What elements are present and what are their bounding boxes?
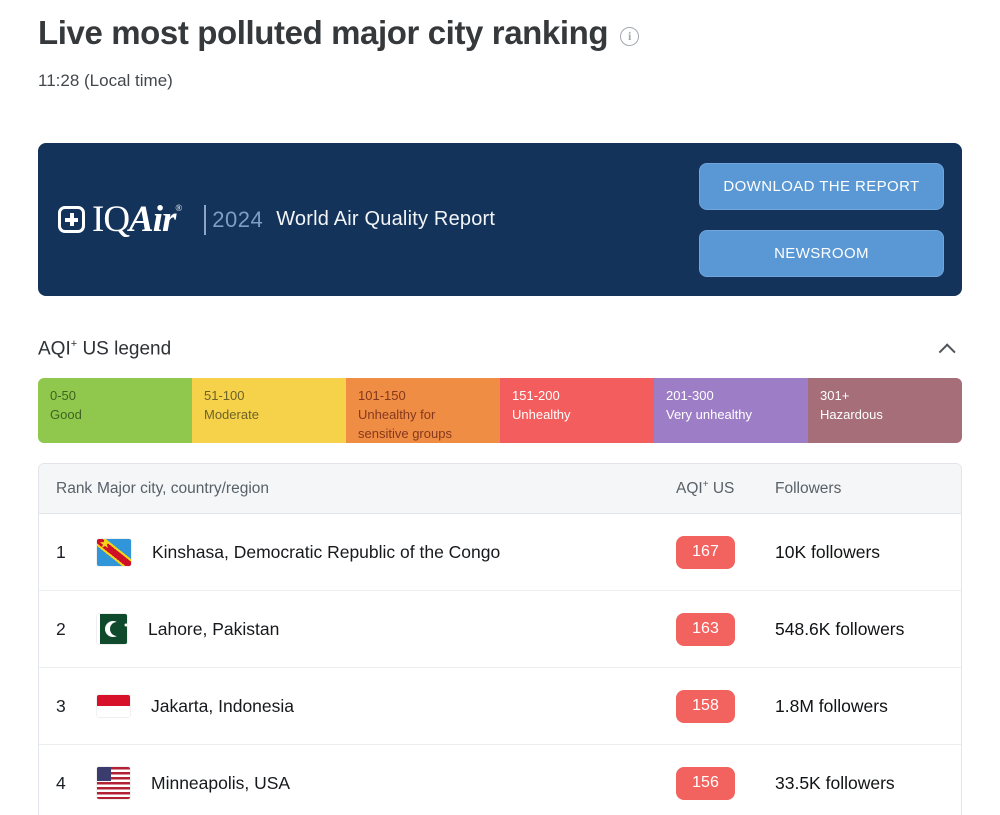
rank-cell: 2 <box>56 618 66 639</box>
legend-range: 51-100 <box>204 388 245 403</box>
download-report-button[interactable]: DOWNLOAD THE REPORT <box>699 163 944 210</box>
city-cell: Jakarta, Indonesia <box>97 695 676 717</box>
page-header: Live most polluted major city ranking i <box>38 14 640 52</box>
city-cell: Lahore, Pakistan <box>97 614 676 644</box>
aqi-cell: 156 <box>676 766 775 800</box>
table-row[interactable]: 2 Lahore, Pakistan 163 548.6K followers <box>39 591 961 668</box>
followers-cell: 33.5K followers <box>775 772 895 793</box>
legend-header: AQI+ US legend <box>38 338 962 361</box>
legend-label: Unhealthy <box>512 407 571 422</box>
city-column-header: Major city, country/region <box>97 479 269 497</box>
legend-label: Very unhealthy <box>666 407 753 422</box>
collapse-legend-chevron-icon[interactable] <box>938 343 956 361</box>
rank-cell: 4 <box>56 772 66 793</box>
rank-cell: 3 <box>56 695 66 716</box>
rank-cell: 1 <box>56 541 66 562</box>
table-row[interactable]: 3 Jakarta, Indonesia 158 1.8M followers <box>39 668 961 745</box>
table-row[interactable]: 1 Kinshasa, Democratic Republic of the C… <box>39 514 961 591</box>
page-title: Live most polluted major city ranking <box>38 14 609 51</box>
aqi-badge: 163 <box>676 612 735 646</box>
aqi-legend-bar: 0-50 Good 51-100 Moderate 101-150 Unheal… <box>38 378 962 443</box>
aqi-cell: 158 <box>676 689 775 723</box>
iqair-wordmark: IQAir® <box>92 199 183 240</box>
info-icon[interactable]: i <box>620 26 640 46</box>
aqi-badge: 167 <box>676 535 735 569</box>
newsroom-button[interactable]: NEWSROOM <box>699 230 944 277</box>
flag-usa-icon <box>97 767 130 799</box>
aqi-column-header: AQI+ US <box>676 478 735 498</box>
legend-item: 101-150 Unhealthy for sensitive groups <box>346 378 500 443</box>
legend-item: 51-100 Moderate <box>192 378 346 443</box>
followers-cell: 548.6K followers <box>775 618 905 639</box>
flag-indonesia-icon <box>97 695 130 717</box>
banner-branding: IQAir® 2024 World Air Quality Report <box>58 143 495 296</box>
followers-column-header: Followers <box>775 479 842 497</box>
polluted-city-ranking-page: Live most polluted major city ranking i … <box>0 0 1000 815</box>
city-cell: Kinshasa, Democratic Republic of the Con… <box>97 538 676 566</box>
legend-range: 0-50 <box>50 388 77 403</box>
iqair-plus-logo-icon <box>58 206 85 233</box>
legend-item: 301+ Hazardous <box>808 378 962 443</box>
aqi-cell: 163 <box>676 612 775 646</box>
followers-cell: 1.8M followers <box>775 695 888 716</box>
table-row[interactable]: 4 Minneapolis, USA 156 33.5K followers <box>39 745 961 815</box>
legend-label: Moderate <box>204 407 259 422</box>
report-banner[interactable]: IQAir® 2024 World Air Quality Report DOW… <box>38 143 962 296</box>
city-name: Lahore, Pakistan <box>148 618 280 639</box>
legend-range: 201-300 <box>666 388 714 403</box>
flag-pakistan-icon <box>97 614 127 644</box>
legend-label: Hazardous <box>820 407 883 422</box>
followers-cell: 10K followers <box>775 541 881 562</box>
city-cell: Minneapolis, USA <box>97 767 676 799</box>
aqi-badge: 156 <box>676 766 735 800</box>
legend-label: Good <box>50 407 82 422</box>
flag-democratic-republic-of-the-congo-icon <box>97 538 131 566</box>
legend-item: 151-200 Unhealthy <box>500 378 654 443</box>
legend-range: 301+ <box>820 388 850 403</box>
aqi-cell: 167 <box>676 535 775 569</box>
city-name: Kinshasa, Democratic Republic of the Con… <box>152 541 501 562</box>
ranking-table: Rank Major city, country/region AQI+ US … <box>38 463 962 815</box>
legend-range: 101-150 <box>358 388 406 403</box>
table-body: 1 Kinshasa, Democratic Republic of the C… <box>39 514 961 815</box>
table-header-row: Rank Major city, country/region AQI+ US … <box>39 464 961 514</box>
rank-column-header: Rank <box>56 479 93 497</box>
report-year: 2024 <box>212 206 264 232</box>
aqi-badge: 158 <box>676 689 735 723</box>
legend-label: Unhealthy for sensitive groups <box>358 407 452 441</box>
legend-item: 201-300 Very unhealthy <box>654 378 808 443</box>
legend-item: 0-50 Good <box>38 378 192 443</box>
banner-divider <box>204 204 207 235</box>
legend-range: 151-200 <box>512 388 560 403</box>
city-name: Minneapolis, USA <box>151 772 291 793</box>
report-title: World Air Quality Report <box>276 208 496 230</box>
city-name: Jakarta, Indonesia <box>151 695 295 716</box>
local-time: 11:28 (Local time) <box>38 71 173 90</box>
legend-title: AQI+ US legend <box>38 338 172 360</box>
